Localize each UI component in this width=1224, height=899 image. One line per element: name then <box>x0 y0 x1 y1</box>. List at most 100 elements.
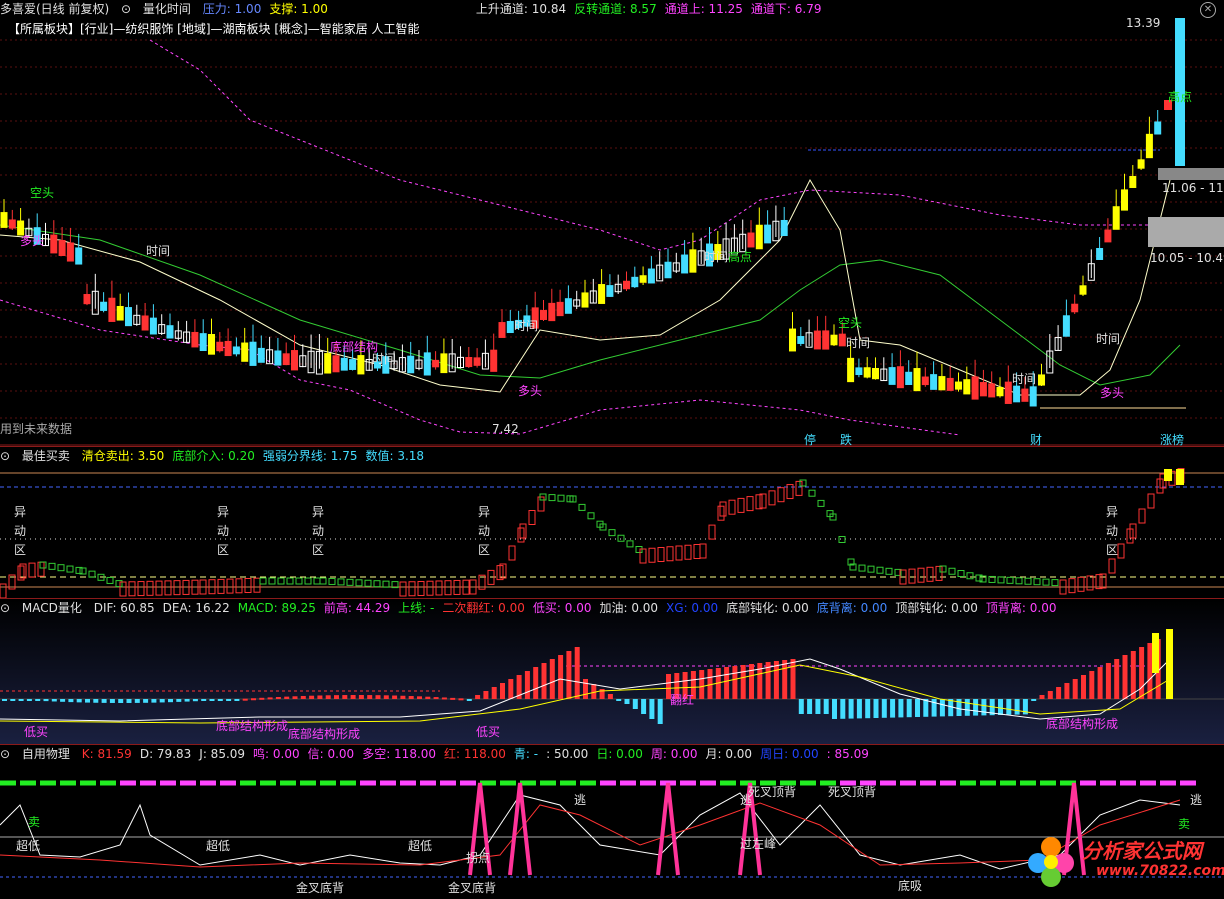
macd-bar <box>541 663 547 699</box>
p2-bar <box>146 580 154 596</box>
candle-body <box>540 310 547 320</box>
p2-bar <box>57 564 65 572</box>
macd-bar <box>549 659 555 699</box>
candle-body <box>930 374 938 390</box>
main-param-5: 通道下: 6.79 <box>750 2 822 16</box>
p2-bar <box>885 567 893 575</box>
panel3-param-7: 加油: 0.00 <box>599 601 659 615</box>
p2-bar <box>1138 508 1146 524</box>
candle-body <box>988 383 996 398</box>
p2-bar <box>259 577 267 585</box>
candle-body <box>905 371 913 385</box>
macd-bar <box>408 696 414 699</box>
time-label-3: 时间 <box>514 319 539 333</box>
chaodi-label-1: 超低 <box>16 839 41 853</box>
macd-bar <box>325 695 331 699</box>
zone-char-0-0: 异 <box>14 505 27 519</box>
p2-bar <box>128 581 136 597</box>
price-panel-header: 多喜爱(日线 前复权) ⊙ 量化时间 压力: 1.00 支撑: 1.00 上升通道:… <box>0 0 838 18</box>
indicator-dropdown-icon[interactable]: ⊙ <box>121 2 131 16</box>
best-buy-sell-panel[interactable]: ⊙ 最佳买卖 清仓卖出: 3.50 底部介入: 0.20 强弱分界线: 1.75 数值… <box>0 446 1224 599</box>
p2-bar <box>217 578 225 594</box>
candle-body <box>125 307 132 327</box>
p2-bar <box>277 577 285 585</box>
macd-bar <box>782 660 788 699</box>
time-label-6: 时间 <box>1012 372 1037 386</box>
macd-bar <box>101 699 107 703</box>
p2-bar <box>608 529 616 537</box>
macd-bar <box>1047 691 1053 699</box>
p2-bar <box>808 489 816 497</box>
macd-bar <box>458 698 464 701</box>
physics-panel[interactable]: ⊙ 自用物理 K: 81.59 D: 79.83 J: 85.09 鸣: 0.00 信:… <box>0 744 1224 899</box>
candle-body <box>407 355 415 374</box>
kdj-d-line <box>0 799 1181 868</box>
zone-char-3-2: 区 <box>478 543 491 557</box>
p2-bar <box>728 499 736 515</box>
panel4-param-6: 红: 118.00 <box>444 747 506 761</box>
panel2-dropdown-icon[interactable]: ⊙ <box>0 449 10 463</box>
macd-bar <box>134 699 140 703</box>
sector-line: 【所属板块】[行业]—纺织服饰 [地域]—湖南板块 [概念]—智能家居 人工智能 <box>8 22 420 36</box>
macd-bar <box>1122 655 1128 699</box>
macd-bar <box>873 699 879 718</box>
candle-body <box>498 322 506 338</box>
p2-bar <box>1024 577 1032 585</box>
kongtou-label-2: 空头 <box>838 316 863 330</box>
candle-body <box>83 294 91 305</box>
watermark-url: www.70822.com <box>1096 863 1224 879</box>
p2-bar <box>648 547 656 563</box>
zone-char-2-2: 区 <box>312 543 325 557</box>
panel4-param-10: 周: 0.00 <box>650 747 698 761</box>
p2-bar <box>517 527 525 543</box>
panel4-title[interactable]: 自用物理 <box>22 747 70 761</box>
price-panel[interactable]: 多喜爱(日线 前复权) ⊙ 量化时间 压力: 1.00 支撑: 1.00 上升通道:… <box>0 0 1224 447</box>
macd-bar <box>51 699 57 702</box>
macd-bar <box>607 694 613 699</box>
candle-body <box>50 234 58 254</box>
p2-bar <box>337 578 345 586</box>
indicator-name[interactable]: 量化时间 <box>143 2 191 16</box>
best-buy-sell-chart <box>0 468 1224 599</box>
panel3-dropdown-icon[interactable]: ⊙ <box>0 601 10 615</box>
p2-bar <box>268 577 276 585</box>
p2-bar <box>235 578 243 594</box>
candle-body <box>1104 229 1112 243</box>
macd-bar <box>724 667 730 699</box>
panel2-title[interactable]: 最佳买卖 <box>22 449 70 463</box>
candle-body <box>664 261 672 279</box>
candle-body <box>838 333 846 347</box>
candle-body <box>191 331 199 348</box>
candle-body <box>149 317 157 335</box>
upper-channel-line <box>149 39 1150 251</box>
macd-peak-bar <box>1166 629 1173 699</box>
macd-bar <box>350 695 356 699</box>
macd-bar <box>740 665 746 699</box>
zone-char-3-1: 动 <box>478 524 491 538</box>
panel4-header: ⊙ 自用物理 K: 81.59 D: 79.83 J: 85.09 鸣: 0.00 信:… <box>0 745 885 763</box>
flower-logo-icon <box>1028 837 1074 887</box>
p2-bar <box>408 581 416 597</box>
p2-bar <box>355 579 363 587</box>
macd-label-dimai-2: 低买 <box>476 725 501 739</box>
p2-bar <box>244 578 252 593</box>
p2-bar <box>578 503 586 511</box>
candle-body <box>465 357 473 368</box>
p2-bar <box>737 497 745 513</box>
macd-bar <box>209 699 215 701</box>
macd-bar <box>342 695 348 699</box>
macd-bar <box>383 695 389 699</box>
macd-bar <box>558 655 564 699</box>
panel3-title[interactable]: MACD量化 <box>22 601 82 615</box>
candle-body <box>423 352 431 376</box>
main-param-1: 支撑: 1.00 <box>269 2 328 16</box>
p2-bar <box>28 562 36 578</box>
macd-bar <box>998 699 1003 715</box>
candle-body <box>689 249 697 273</box>
macd-panel[interactable]: ⊙ MACD量化 DIF: 60.85 DEA: 16.22 MACD: 89.25… <box>0 598 1224 745</box>
close-icon[interactable]: ✕ <box>1200 2 1216 18</box>
panel4-param-7: 青: - <box>513 747 539 761</box>
panel4-dropdown-icon[interactable]: ⊙ <box>0 747 10 761</box>
candle-body <box>755 224 763 250</box>
candle-body <box>208 334 215 355</box>
